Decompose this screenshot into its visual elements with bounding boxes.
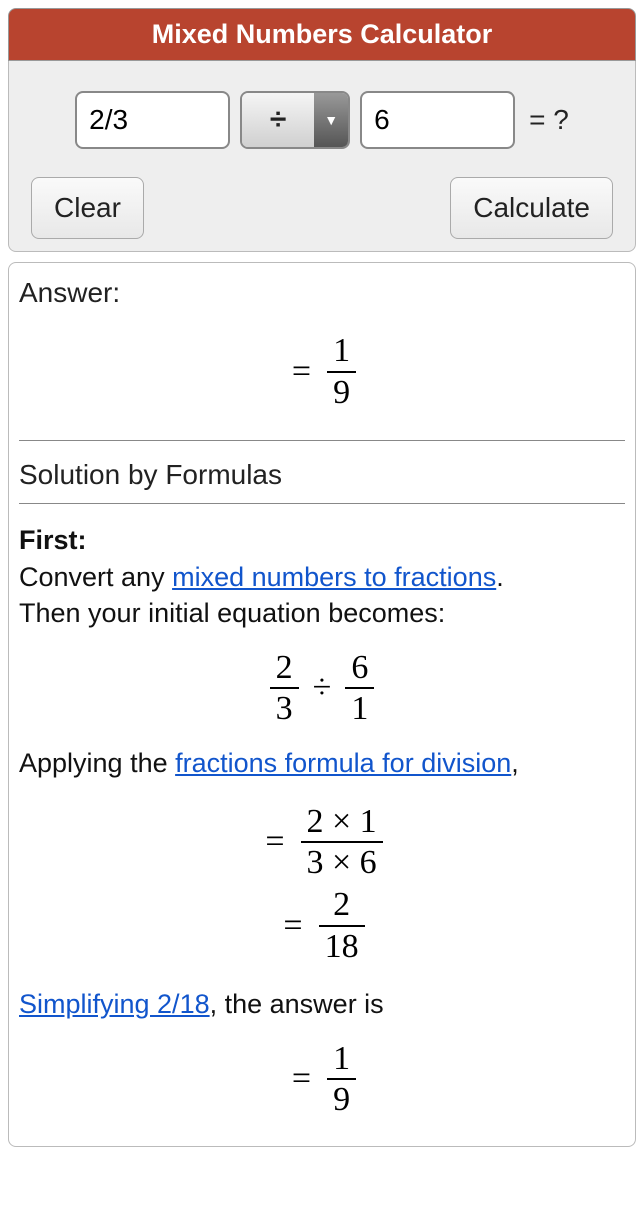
header: Mixed Numbers Calculator — [8, 8, 636, 61]
eq3: = 2 18 — [19, 887, 625, 964]
clear-button[interactable]: Clear — [31, 177, 144, 239]
answer-denominator: 9 — [327, 371, 356, 411]
eq4-fraction: 1 9 — [327, 1041, 356, 1118]
eq1-frac-b: 6 1 — [345, 650, 374, 727]
apply-pre: Applying the — [19, 748, 175, 778]
answer-fraction: 1 9 — [327, 333, 356, 410]
eq2: = 2 × 1 3 × 6 — [19, 804, 625, 881]
answer-numerator: 1 — [327, 333, 356, 371]
solution-heading: Solution by Formulas — [19, 459, 625, 491]
input-row: ÷ ▼ = ? — [21, 91, 623, 149]
eq1-operator: ÷ — [313, 669, 332, 707]
result-card: Answer: = 1 9 Solution by Formulas First… — [8, 262, 636, 1147]
equals-sign: = — [283, 907, 302, 945]
answer-equation: = 1 9 — [19, 333, 625, 410]
simplify-post: , the answer is — [210, 989, 384, 1019]
button-row: Clear Calculate — [21, 177, 623, 239]
first-label: First: — [19, 525, 87, 555]
equals-sign: = — [265, 823, 284, 861]
mixed-to-fractions-link[interactable]: mixed numbers to fractions — [172, 562, 496, 592]
equals-sign: = — [292, 353, 311, 391]
answer-label: Answer: — [19, 277, 625, 309]
eq4: = 1 9 — [19, 1041, 625, 1118]
divider — [19, 440, 625, 441]
equals-sign: = — [292, 1060, 311, 1098]
header-title: Mixed Numbers Calculator — [152, 19, 493, 49]
fractions-formula-link[interactable]: fractions formula for division — [175, 748, 511, 778]
calculator-panel: ÷ ▼ = ? Clear Calculate — [8, 61, 636, 252]
then-line: Then your initial equation becomes: — [19, 598, 445, 628]
apply-post: , — [511, 748, 519, 778]
simplify-line: Simplifying 2/18, the answer is — [19, 986, 625, 1022]
operand1-input[interactable] — [75, 91, 230, 149]
divider — [19, 503, 625, 504]
convert-text-post: . — [496, 562, 504, 592]
convert-text-pre: Convert any — [19, 562, 172, 592]
apply-line: Applying the fractions formula for divis… — [19, 745, 625, 781]
operator-value: ÷ — [242, 93, 314, 147]
initial-equation: 2 3 ÷ 6 1 — [19, 650, 625, 727]
simplify-link[interactable]: Simplifying 2/18 — [19, 989, 210, 1019]
operator-select[interactable]: ÷ ▼ — [240, 91, 350, 149]
chevron-down-icon: ▼ — [314, 93, 348, 147]
operand2-input[interactable] — [360, 91, 515, 149]
solution-body: First: Convert any mixed numbers to frac… — [19, 522, 625, 631]
equals-label: = ? — [525, 104, 569, 136]
calculate-button[interactable]: Calculate — [450, 177, 613, 239]
eq2-fraction: 2 × 1 3 × 6 — [301, 804, 383, 881]
eq1-frac-a: 2 3 — [270, 650, 299, 727]
eq3-fraction: 2 18 — [319, 887, 365, 964]
